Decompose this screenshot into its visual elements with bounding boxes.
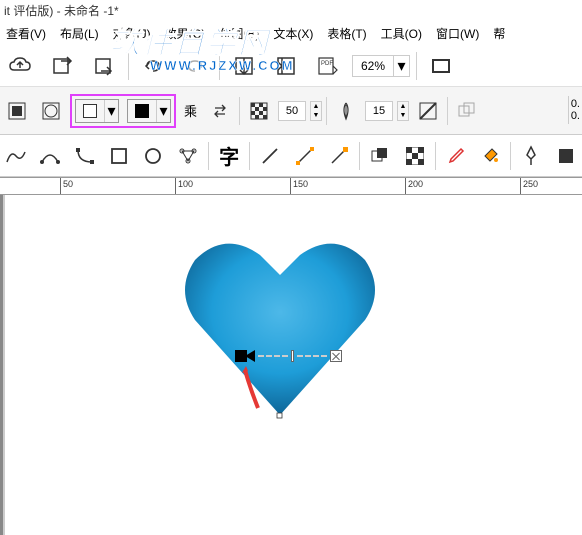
rectangle-icon[interactable] <box>105 141 133 171</box>
divider <box>239 97 240 125</box>
ellipse-icon[interactable] <box>139 141 167 171</box>
divider <box>326 97 327 125</box>
gradient-type-icon[interactable] <box>36 96 66 126</box>
effects-icon[interactable] <box>366 141 394 171</box>
transparency-icon[interactable] <box>244 96 274 126</box>
transparency-grid-icon[interactable] <box>400 141 428 171</box>
redo-icon[interactable] <box>177 50 213 82</box>
shape-node-icon[interactable] <box>71 141 99 171</box>
svg-text:PDF: PDF <box>321 61 333 67</box>
spinner-down-icon[interactable]: ▼ <box>311 111 321 120</box>
zoom-level[interactable]: 62% ▾ <box>352 55 410 77</box>
ruler-mark: 100 <box>178 179 193 189</box>
gradient-arrow-icon <box>245 350 255 362</box>
divider <box>435 142 436 170</box>
color-pickers-highlight: ▾ ▾ <box>70 94 176 128</box>
menu-bitmap[interactable]: 位图(B) <box>213 23 265 44</box>
gradient-track[interactable] <box>258 355 288 357</box>
dimension-icon[interactable] <box>325 141 353 171</box>
undo-icon[interactable] <box>135 50 171 82</box>
import-icon[interactable] <box>44 50 80 82</box>
blend-mode-select[interactable]: 乘 <box>180 100 201 122</box>
page-shadow <box>3 195 5 535</box>
divider <box>510 142 511 170</box>
divider <box>416 52 417 80</box>
gradient-track[interactable] <box>297 355 327 357</box>
ruler-mark: 150 <box>293 179 308 189</box>
align-icon[interactable] <box>268 50 304 82</box>
spinner-down-icon[interactable]: ▼ <box>398 111 408 120</box>
canvas-area[interactable] <box>0 195 582 535</box>
fill-type-icon[interactable] <box>2 96 32 126</box>
fill-color-dropdown-icon[interactable]: ▾ <box>104 100 118 122</box>
heart-shape[interactable] <box>180 235 380 425</box>
outline-color-dropdown-icon[interactable]: ▾ <box>156 100 170 122</box>
annotation-arrow-icon <box>238 363 268 413</box>
gradient-control[interactable] <box>235 350 342 362</box>
menu-effect[interactable]: 效果(C) <box>159 23 212 44</box>
swap-icon[interactable] <box>205 96 235 126</box>
spinner-up-icon[interactable]: ▲ <box>398 102 408 111</box>
menu-help[interactable]: 帮 <box>487 23 511 44</box>
fullscreen-icon[interactable] <box>423 50 459 82</box>
menu-table[interactable]: 表格(T) <box>321 23 372 44</box>
gradient-mid-handle[interactable] <box>291 350 294 362</box>
feather-spinner[interactable]: ▲▼ <box>397 101 409 121</box>
fill-color-white[interactable] <box>76 100 104 122</box>
horizontal-ruler: 50 100 150 200 250 <box>0 177 582 195</box>
property-bar: ▾ ▾ 乘 ▲▼ ▲▼ 0. 0. <box>0 87 582 135</box>
percent-readout: 0. 0. <box>568 96 582 124</box>
opacity-spinner[interactable]: ▲▼ <box>310 101 322 121</box>
menu-view[interactable]: 查看(V) <box>0 23 52 44</box>
ruler-mark: 50 <box>63 179 73 189</box>
paint-bucket-icon[interactable] <box>476 141 504 171</box>
divider <box>249 142 250 170</box>
divider <box>359 142 360 170</box>
opacity-input[interactable] <box>278 101 306 121</box>
menu-layout[interactable]: 布局(L) <box>54 23 105 44</box>
connector-icon[interactable] <box>291 141 319 171</box>
edge-icon[interactable] <box>413 96 443 126</box>
gradient-end-handle[interactable] <box>330 350 342 362</box>
title-bar: it 评估版) - 未命名 -1* <box>0 0 582 21</box>
menu-window[interactable]: 窗口(W) <box>430 23 485 44</box>
zoom-dropdown-icon[interactable]: ▾ <box>393 56 409 76</box>
divider <box>208 142 209 170</box>
spinner-up-icon[interactable]: ▲ <box>311 102 321 111</box>
divider <box>219 52 220 80</box>
freehand-icon[interactable] <box>2 141 30 171</box>
bezier-icon[interactable] <box>36 141 64 171</box>
copy-props-icon[interactable] <box>452 96 482 126</box>
menu-text[interactable]: 文本(X) <box>267 23 319 44</box>
tools-toolbar: 字 <box>0 135 582 177</box>
standard-toolbar: PDF 62% ▾ <box>0 46 582 87</box>
fill-color-picker[interactable]: ▾ <box>75 99 119 123</box>
menu-object[interactable]: 对象(J) <box>107 23 157 44</box>
fill-swatch-icon[interactable] <box>552 141 580 171</box>
menu-tools[interactable]: 工具(O) <box>375 23 428 44</box>
zoom-value[interactable]: 62% <box>353 59 393 73</box>
divider <box>447 97 448 125</box>
pen-outline-icon[interactable] <box>517 141 545 171</box>
menu-bar: 查看(V) 布局(L) 对象(J) 效果(C) 位图(B) 文本(X) 表格(T… <box>0 21 582 46</box>
feather-icon[interactable] <box>331 96 361 126</box>
snap-icon[interactable] <box>226 50 262 82</box>
eyedropper-icon[interactable] <box>442 141 470 171</box>
ruler-mark: 200 <box>408 179 423 189</box>
divider <box>128 52 129 80</box>
feather-input[interactable] <box>365 101 393 121</box>
line-tool-icon[interactable] <box>256 141 284 171</box>
text-tool-icon[interactable]: 字 <box>215 141 243 171</box>
polygon-node-icon[interactable] <box>174 141 202 171</box>
pdf-export-icon[interactable]: PDF <box>310 50 346 82</box>
outline-color-picker[interactable]: ▾ <box>127 99 171 123</box>
publish-cloud-icon[interactable] <box>2 50 38 82</box>
export-icon[interactable] <box>86 50 122 82</box>
ruler-mark: 250 <box>523 179 538 189</box>
outline-color-black[interactable] <box>128 100 156 122</box>
